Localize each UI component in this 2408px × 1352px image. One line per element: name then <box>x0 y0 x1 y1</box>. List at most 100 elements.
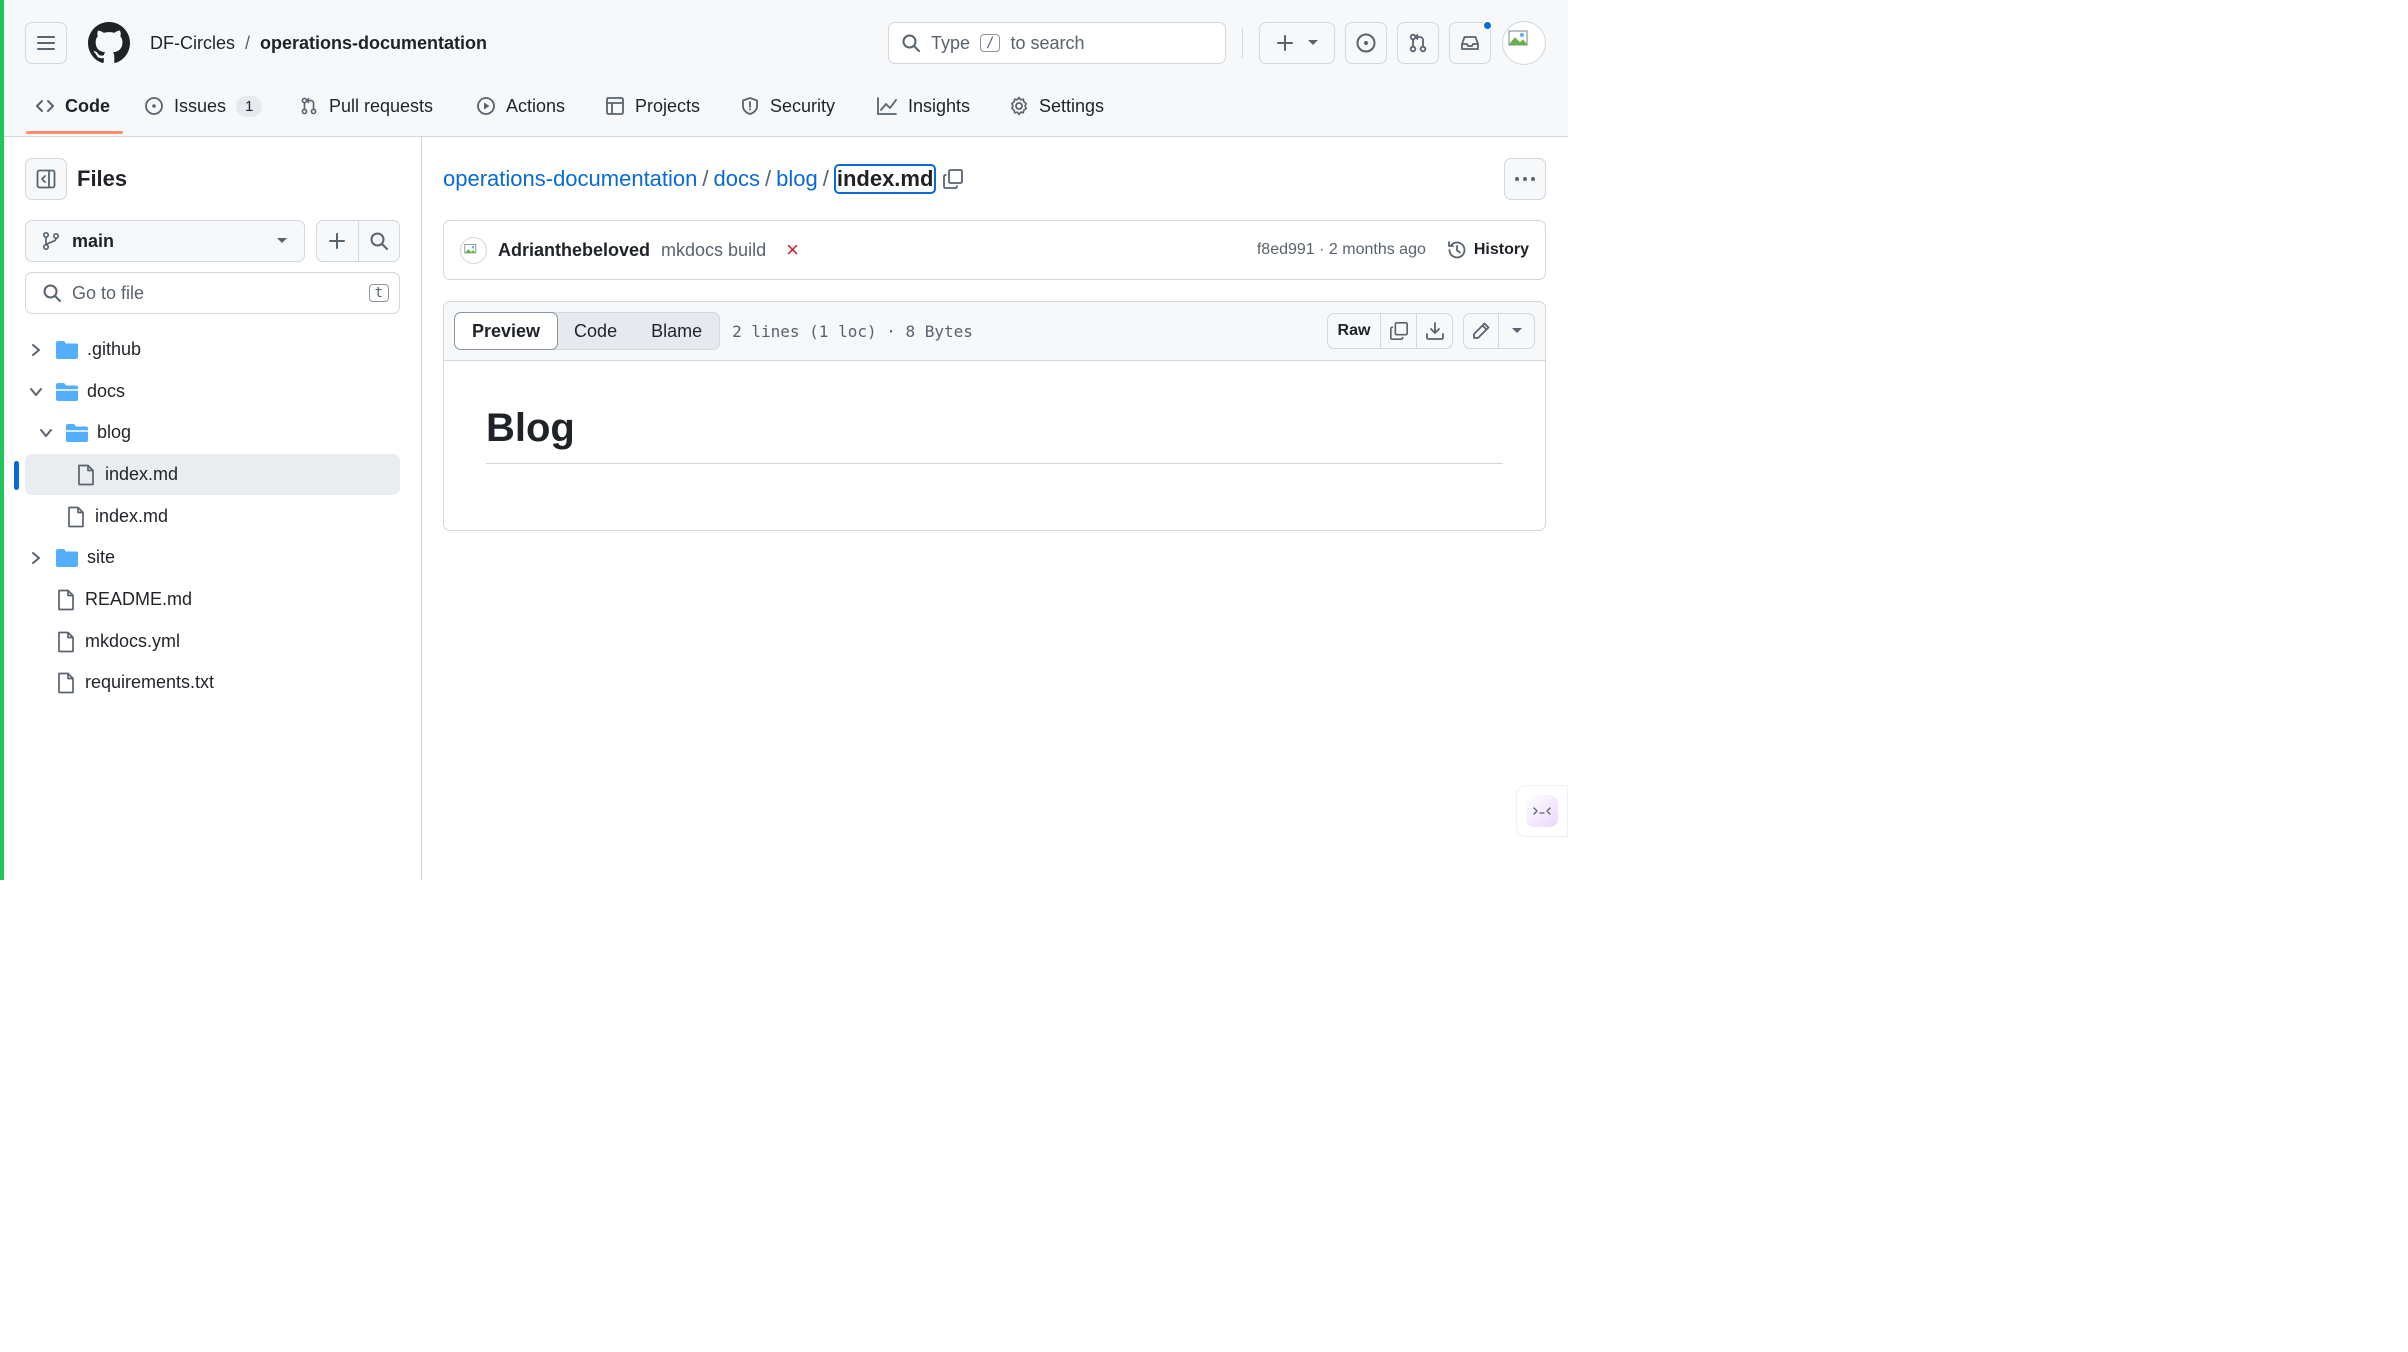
assistant-icon <box>1526 795 1558 827</box>
pull-request-icon <box>299 96 319 116</box>
more-options-button[interactable] <box>1504 158 1546 200</box>
tab-projects[interactable]: Projects <box>605 84 700 128</box>
branch-icon <box>42 231 60 251</box>
chevron-down-icon <box>35 427 57 439</box>
issues-button[interactable] <box>1345 22 1387 64</box>
plus-icon <box>327 231 347 251</box>
issue-icon <box>1355 32 1377 54</box>
history-label: History <box>1473 241 1529 258</box>
github-logo[interactable] <box>88 22 130 64</box>
tree-item-mkdocs-yml[interactable]: mkdocs.yml <box>25 621 400 662</box>
tab-security[interactable]: Security <box>740 84 835 128</box>
branch-name: main <box>72 230 115 251</box>
tab-settings[interactable]: Settings <box>1009 84 1104 128</box>
history-button[interactable]: History <box>1446 239 1529 261</box>
search-shortcut-key: / <box>980 34 1001 52</box>
repo-owner-link[interactable]: DF-Circles <box>150 33 235 54</box>
kebab-horizontal-icon <box>1514 176 1536 182</box>
tab-issues-label: Issues <box>174 95 227 116</box>
tree-item-readme[interactable]: README.md <box>25 579 400 620</box>
graph-icon <box>876 96 898 116</box>
breadcrumb-separator: / <box>822 166 829 191</box>
tab-insights-label: Insights <box>908 95 971 116</box>
tab-code-view[interactable]: Code <box>557 313 634 349</box>
tab-projects-label: Projects <box>635 95 701 116</box>
breadcrumb-current-file: index.md <box>833 164 937 194</box>
tree-item-blog[interactable]: blog <box>35 412 400 453</box>
chevron-right-icon <box>25 343 47 357</box>
search-prefix: Type <box>931 32 971 53</box>
file-viewer-header: Preview Code Blame 2 lines (1 loc) · 8 B… <box>444 302 1545 361</box>
breadcrumb: operations-documentation / docs / blog /… <box>443 163 964 195</box>
copy-raw-button[interactable] <box>1381 313 1417 349</box>
gear-icon <box>1009 96 1029 116</box>
add-file-button[interactable] <box>317 221 359 261</box>
commit-status-failure-icon[interactable]: × <box>786 237 1257 263</box>
raw-button[interactable]: Raw <box>1327 313 1381 349</box>
edit-file-button[interactable] <box>1463 313 1499 349</box>
search-icon <box>42 283 62 303</box>
download-button[interactable] <box>1417 313 1453 349</box>
breadcrumb-blog-link[interactable]: blog <box>776 166 818 192</box>
commit-message[interactable]: mkdocs build <box>661 240 766 261</box>
tree-item-github[interactable]: .github <box>25 329 400 370</box>
view-mode-switch: Preview Code Blame <box>454 312 721 350</box>
go-to-file-placeholder: Go to file <box>72 282 145 303</box>
search-input[interactable]: Type / to search <box>888 22 1226 64</box>
issues-count-badge: 1 <box>236 95 263 117</box>
tab-issues[interactable]: Issues 1 <box>144 84 263 128</box>
avatar[interactable] <box>1502 21 1546 65</box>
table-icon <box>605 96 625 116</box>
tree-item-docs[interactable]: docs <box>25 371 400 412</box>
copy-path-icon[interactable] <box>942 168 964 190</box>
commit-author[interactable]: Adrianthebeloved <box>498 240 650 261</box>
tree-item-docs-index-md[interactable]: index.md <box>25 496 400 537</box>
folder-open-icon <box>55 382 79 402</box>
breadcrumb-docs-link[interactable]: docs <box>714 166 760 192</box>
tree-item-blog-index-md[interactable]: index.md <box>25 454 400 495</box>
search-icon <box>901 33 921 53</box>
tree-item-requirements[interactable]: requirements.txt <box>25 662 400 703</box>
hamburger-icon <box>36 33 56 53</box>
tab-pull-requests[interactable]: Pull requests <box>299 84 433 128</box>
branch-selector[interactable]: main <box>25 220 305 262</box>
tab-blame[interactable]: Blame <box>634 313 719 349</box>
floating-assistant-button[interactable] <box>1516 785 1568 837</box>
tree-item-label: docs <box>87 381 126 401</box>
play-icon <box>476 96 496 116</box>
collapse-sidebar-button[interactable] <box>25 158 67 200</box>
tab-settings-label: Settings <box>1039 95 1105 116</box>
commit-sha-time[interactable]: f8ed991 · 2 months ago <box>1257 241 1426 259</box>
tab-insights[interactable]: Insights <box>876 84 970 128</box>
search-code-button[interactable] <box>359 221 400 261</box>
tab-actions[interactable]: Actions <box>476 84 565 128</box>
latest-commit-bar: Adrianthebeloved mkdocs build × f8ed991 … <box>443 220 1546 280</box>
pull-request-icon <box>1407 32 1429 54</box>
sidebar-actions-group <box>316 220 400 262</box>
go-to-file-input[interactable]: Go to file t <box>25 272 400 314</box>
breadcrumb-repo-link[interactable]: operations-documentation <box>443 166 697 192</box>
tab-code[interactable]: Code <box>35 84 110 128</box>
create-new-button[interactable] <box>1259 22 1335 64</box>
tab-preview[interactable]: Preview <box>454 312 559 350</box>
plus-icon <box>1275 33 1295 53</box>
pull-requests-button[interactable] <box>1397 22 1439 64</box>
notification-dot <box>1482 20 1493 31</box>
caret-down-icon <box>276 237 288 245</box>
menu-button[interactable] <box>25 22 67 64</box>
caret-down-icon <box>1307 39 1319 47</box>
edit-options-dropdown[interactable] <box>1499 313 1535 349</box>
file-actions-group: Raw <box>1327 313 1453 349</box>
markdown-body: Blog <box>444 361 1545 464</box>
shield-icon <box>740 96 760 116</box>
tree-item-site[interactable]: site <box>25 537 400 578</box>
author-avatar[interactable] <box>460 236 487 264</box>
tree-item-label: site <box>87 547 116 567</box>
edit-actions-group <box>1463 313 1535 349</box>
chevron-right-icon <box>25 551 47 565</box>
breadcrumb-separator: / <box>765 166 772 191</box>
markdown-heading: Blog <box>486 406 1503 464</box>
issue-icon <box>144 96 164 116</box>
repo-name-link[interactable]: operations-documentation <box>260 33 487 54</box>
file-meta: 2 lines (1 loc) · 8 Bytes <box>732 321 973 341</box>
